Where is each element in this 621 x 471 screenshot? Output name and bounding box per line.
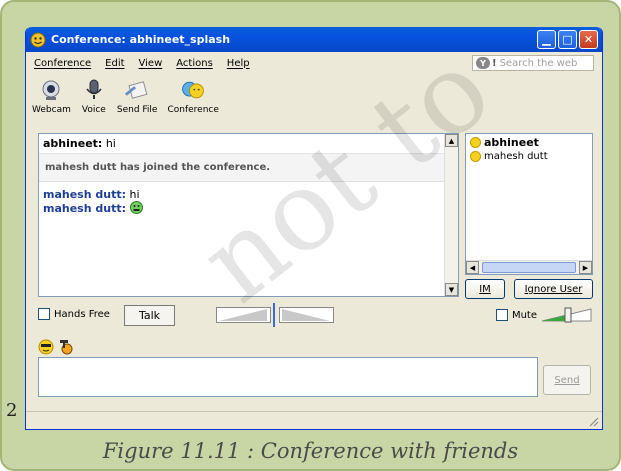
resize-grip-icon[interactable] (587, 415, 599, 427)
yahoo-search-icon: Y (476, 57, 490, 69)
webcam-button[interactable]: Webcam (32, 74, 71, 124)
maximize-icon: □ (562, 33, 573, 46)
hands-free-checkbox[interactable] (38, 308, 50, 320)
talk-button-label: Talk (138, 309, 161, 322)
scroll-left-button[interactable]: ◀ (466, 261, 479, 274)
menu-bar: Conference Edit View Actions Help Y ! Se… (26, 52, 602, 74)
mute-option[interactable]: Mute (495, 307, 593, 323)
toolbar: Webcam Voice Send File Conference (26, 74, 602, 124)
conference-window: Conference: abhineet_splash ▁ □ ✕ Confer… (25, 27, 603, 430)
chat-message: abhineet: hi (39, 134, 458, 154)
audible-picker-icon[interactable] (58, 339, 74, 355)
minimize-button[interactable]: ▁ (537, 30, 556, 49)
hands-free-option[interactable]: Hands Free (38, 308, 110, 320)
close-icon: ✕ (583, 33, 594, 46)
message-sender: mahesh dutt: (43, 188, 127, 201)
emoticon-picker-icon[interactable] (38, 339, 54, 355)
input-volume-meter (216, 307, 271, 323)
menu-view[interactable]: View (139, 58, 163, 69)
search-placeholder: Search the web (499, 57, 578, 69)
title-bar[interactable]: Conference: abhineet_splash ▁ □ ✕ (26, 27, 602, 52)
scroll-thumb[interactable] (482, 262, 576, 273)
arrow-down-icon: ▼ (448, 285, 455, 294)
microphone-icon (86, 79, 102, 99)
participant-item[interactable]: mahesh dutt (466, 149, 592, 162)
status-bar (26, 411, 602, 429)
ignore-user-button-label: Ignore User (524, 283, 583, 295)
close-button[interactable]: ✕ (579, 30, 598, 49)
im-button-label: IM (479, 283, 491, 295)
arrow-right-icon: ▶ (582, 263, 589, 272)
minimize-icon: ▁ (542, 33, 551, 46)
smiley-icon (470, 151, 481, 162)
webcam-label: Webcam (32, 105, 71, 115)
smiley-icon (470, 137, 481, 148)
page-edge-text: 2 (6, 400, 18, 421)
participant-name: mahesh dutt (484, 151, 548, 162)
menu-help[interactable]: Help (227, 58, 250, 69)
message-sender: abhineet: (43, 137, 103, 150)
mute-checkbox[interactable] (495, 309, 508, 321)
webcam-icon (42, 80, 60, 100)
participant-name: abhineet (484, 136, 539, 149)
send-file-icon (125, 81, 148, 99)
figure-caption: Figure 11.11 : Conference with friends (102, 439, 519, 463)
maximize-button[interactable]: □ (558, 30, 577, 49)
send-button[interactable]: Send (543, 365, 591, 395)
volume-slider[interactable] (541, 307, 593, 323)
web-search-field[interactable]: Y ! Search the web (472, 55, 594, 71)
talk-button[interactable]: Talk (124, 305, 175, 326)
window-title: Conference: abhineet_splash (51, 33, 231, 46)
scroll-up-button[interactable]: ▲ (445, 134, 458, 147)
voice-label: Voice (81, 105, 106, 115)
conference-label: Conference (167, 105, 219, 115)
chat-history[interactable]: abhineet: hi mahesh dutt has joined the … (38, 133, 459, 297)
message-sender: mahesh dutt: (43, 202, 127, 215)
yahoo-exclamation-icon: ! (492, 57, 497, 69)
scroll-down-button[interactable]: ▼ (445, 283, 458, 296)
message-text: hi (105, 137, 116, 150)
output-volume-meter (279, 307, 334, 323)
scroll-right-button[interactable]: ▶ (579, 261, 592, 274)
chat-message: mahesh dutt: hi (39, 188, 458, 201)
menu-actions[interactable]: Actions (176, 58, 213, 69)
menu-edit[interactable]: Edit (105, 58, 124, 69)
emoticon-bar (38, 339, 74, 355)
message-input[interactable] (38, 357, 538, 397)
participant-scrollbar[interactable]: ◀ ▶ (466, 260, 592, 274)
green-smiley-icon (129, 201, 143, 214)
message-text: hi (129, 188, 140, 201)
im-button[interactable]: IM (465, 279, 505, 299)
mute-label: Mute (511, 309, 537, 321)
voice-button[interactable]: Voice (81, 74, 107, 124)
system-message: mahesh dutt has joined the conference. (39, 154, 458, 182)
send-button-label: Send (554, 374, 580, 386)
menu-conference[interactable]: Conference (34, 58, 91, 69)
figure-frame: 2 Conference: abhineet_splash ▁ □ ✕ Conf… (0, 0, 621, 471)
conference-icon (182, 81, 205, 99)
chat-message: mahesh dutt: (39, 201, 458, 215)
ignore-user-button[interactable]: Ignore User (514, 279, 593, 299)
arrow-up-icon: ▲ (448, 136, 455, 145)
arrow-left-icon: ◀ (469, 263, 476, 272)
conference-button[interactable]: Conference (167, 74, 219, 124)
send-file-label: Send File (116, 105, 158, 115)
participant-item[interactable]: abhineet (466, 134, 592, 149)
chat-scrollbar[interactable]: ▲ ▼ (444, 134, 458, 296)
participant-list[interactable]: abhineet mahesh dutt ◀ ▶ (465, 133, 593, 275)
hands-free-label: Hands Free (54, 308, 110, 320)
messenger-app-icon (30, 32, 46, 47)
send-file-button[interactable]: Send File (116, 74, 158, 124)
volume-divider[interactable] (273, 303, 275, 327)
voice-controls: Hands Free Talk Mute (38, 303, 593, 327)
